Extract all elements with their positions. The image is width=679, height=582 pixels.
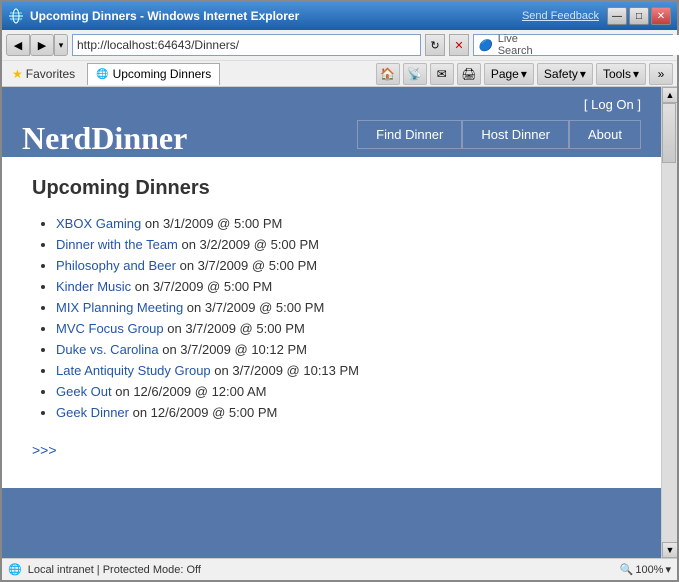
list-item: Dinner with the Team on 3/2/2009 @ 5:00 … (56, 237, 631, 252)
site-title: NerdDinner (22, 120, 187, 157)
search-input[interactable] (535, 35, 679, 55)
tab-area: 🌐 Upcoming Dinners (87, 63, 370, 85)
favorites-label: Favorites (26, 67, 75, 81)
favorites-bar: ★ Favorites 🌐 Upcoming Dinners 🏠 📡 ✉ 🖨 P… (2, 60, 677, 86)
address-bar[interactable]: http://localhost:64643/Dinners/ (72, 34, 421, 56)
list-item: MVC Focus Group on 3/7/2009 @ 5:00 PM (56, 321, 631, 336)
nav-buttons: Find Dinner Host Dinner About (357, 120, 641, 149)
dinner-link[interactable]: Late Antiquity Study Group (56, 363, 211, 378)
zoom-dropdown-icon: ▾ (665, 563, 671, 576)
print-button[interactable]: 🖨 (457, 63, 481, 85)
dinner-link[interactable]: Philosophy and Beer (56, 258, 176, 273)
page-heading: Upcoming Dinners (32, 177, 631, 200)
safety-label: Safety (544, 67, 578, 81)
dinner-link[interactable]: MVC Focus Group (56, 321, 164, 336)
browser-window: Upcoming Dinners - Windows Internet Expl… (0, 0, 679, 582)
find-dinner-button[interactable]: Find Dinner (357, 120, 462, 149)
content-area: NerdDinner [ Log On ] Find Dinner Host D… (2, 87, 677, 558)
safety-dropdown-icon: ▾ (580, 67, 586, 81)
dinner-link[interactable]: Geek Dinner (56, 405, 129, 420)
live-search-label: Live Search (496, 33, 535, 57)
refresh-button[interactable]: ↻ (425, 34, 445, 56)
address-bar-row: ◀ ▶ ▾ http://localhost:64643/Dinners/ ↻ … (2, 30, 677, 60)
tools-label: Tools (603, 67, 631, 81)
stop-button[interactable]: ✕ (449, 34, 469, 56)
page-content: NerdDinner [ Log On ] Find Dinner Host D… (2, 87, 661, 558)
status-right: 🔍 100% ▾ (620, 563, 671, 576)
status-left: 🌐 Local intranet | Protected Mode: Off (8, 563, 201, 576)
list-item: Geek Out on 12/6/2009 @ 12:00 AM (56, 384, 631, 399)
page-dropdown-icon: ▾ (521, 67, 527, 81)
dinner-link[interactable]: Duke vs. Carolina (56, 342, 159, 357)
list-item: Kinder Music on 3/7/2009 @ 5:00 PM (56, 279, 631, 294)
back-forward-group: ◀ ▶ ▾ (6, 34, 68, 56)
dinner-link[interactable]: Dinner with the Team (56, 237, 178, 252)
title-bar: Upcoming Dinners - Windows Internet Expl… (2, 2, 677, 30)
tools-menu[interactable]: Tools ▾ (596, 63, 646, 85)
list-item: XBOX Gaming on 3/1/2009 @ 5:00 PM (56, 216, 631, 231)
favorites-star-icon: ★ (12, 67, 23, 81)
header-right: [ Log On ] Find Dinner Host Dinner About (357, 97, 641, 157)
scrollbar[interactable]: ▲ ▼ (661, 87, 677, 558)
about-button[interactable]: About (569, 120, 641, 149)
log-on-link[interactable]: Log On (591, 97, 634, 112)
status-text: Local intranet | Protected Mode: Off (28, 564, 201, 576)
back-button[interactable]: ◀ (6, 34, 30, 56)
active-tab[interactable]: 🌐 Upcoming Dinners (87, 63, 220, 85)
window-title: Upcoming Dinners - Windows Internet Expl… (30, 9, 299, 23)
dinner-link[interactable]: XBOX Gaming (56, 216, 141, 231)
feedback-link[interactable]: Send Feedback (522, 10, 599, 22)
list-item: Late Antiquity Study Group on 3/7/2009 @… (56, 363, 631, 378)
page-menu[interactable]: Page ▾ (484, 63, 534, 85)
log-on-text: [ Log On ] (584, 97, 641, 112)
address-url: http://localhost:64643/Dinners/ (77, 38, 239, 52)
close-button[interactable]: ✕ (651, 7, 671, 25)
list-item: MIX Planning Meeting on 3/7/2009 @ 5:00 … (56, 300, 631, 315)
search-area[interactable]: 🔵 Live Search 🔍 (473, 34, 673, 56)
dinner-link[interactable]: Kinder Music (56, 279, 131, 294)
dinner-link[interactable]: MIX Planning Meeting (56, 300, 183, 315)
feeds-button[interactable]: 📡 (403, 63, 427, 85)
nav-dropdown-button[interactable]: ▾ (54, 34, 68, 56)
log-on-suffix: ] (634, 97, 641, 112)
list-item: Geek Dinner on 12/6/2009 @ 5:00 PM (56, 405, 631, 420)
status-icon: 🌐 (8, 563, 22, 576)
scrollbar-track[interactable] (662, 103, 677, 542)
dinner-link[interactable]: Geek Out (56, 384, 112, 399)
more-tools-button[interactable]: » (649, 63, 673, 85)
status-bar: 🌐 Local intranet | Protected Mode: Off 🔍… (2, 558, 677, 580)
title-bar-left: Upcoming Dinners - Windows Internet Expl… (8, 8, 299, 24)
tab-icon: 🌐 (96, 69, 108, 80)
page-label: Page (491, 67, 519, 81)
favorites-button[interactable]: ★ Favorites (6, 65, 81, 83)
scroll-up-button[interactable]: ▲ (662, 87, 677, 103)
maximize-button[interactable]: □ (629, 7, 649, 25)
zoom-level: 100% (635, 564, 663, 576)
toolbar-icons: 🏠 📡 ✉ 🖨 Page ▾ Safety ▾ Tools ▾ » (376, 63, 673, 85)
scrollbar-thumb[interactable] (662, 103, 676, 163)
ie-icon (8, 8, 24, 24)
more-link[interactable]: >>> (32, 442, 57, 458)
host-dinner-button[interactable]: Host Dinner (462, 120, 569, 149)
list-item: Philosophy and Beer on 3/7/2009 @ 5:00 P… (56, 258, 631, 273)
tools-dropdown-icon: ▾ (633, 67, 639, 81)
dinner-list: XBOX Gaming on 3/1/2009 @ 5:00 PM Dinner … (32, 216, 631, 420)
tab-label: Upcoming Dinners (113, 67, 212, 81)
site-header: NerdDinner [ Log On ] Find Dinner Host D… (2, 87, 661, 157)
zoom-icon: 🔍 (620, 563, 634, 576)
list-item: Duke vs. Carolina on 3/7/2009 @ 10:12 PM (56, 342, 631, 357)
toolbar-area: ◀ ▶ ▾ http://localhost:64643/Dinners/ ↻ … (2, 30, 677, 87)
safety-menu[interactable]: Safety ▾ (537, 63, 593, 85)
forward-button[interactable]: ▶ (30, 34, 54, 56)
scroll-down-button[interactable]: ▼ (662, 542, 677, 558)
home-button[interactable]: 🏠 (376, 63, 400, 85)
mail-button[interactable]: ✉ (430, 63, 454, 85)
zoom-button[interactable]: 🔍 100% ▾ (620, 563, 671, 576)
ie-search-logo: 🔵 (474, 39, 496, 52)
minimize-button[interactable]: — (607, 7, 627, 25)
site-body: Upcoming Dinners XBOX Gaming on 3/1/2009… (2, 157, 661, 488)
window-controls: — □ ✕ (607, 7, 671, 25)
